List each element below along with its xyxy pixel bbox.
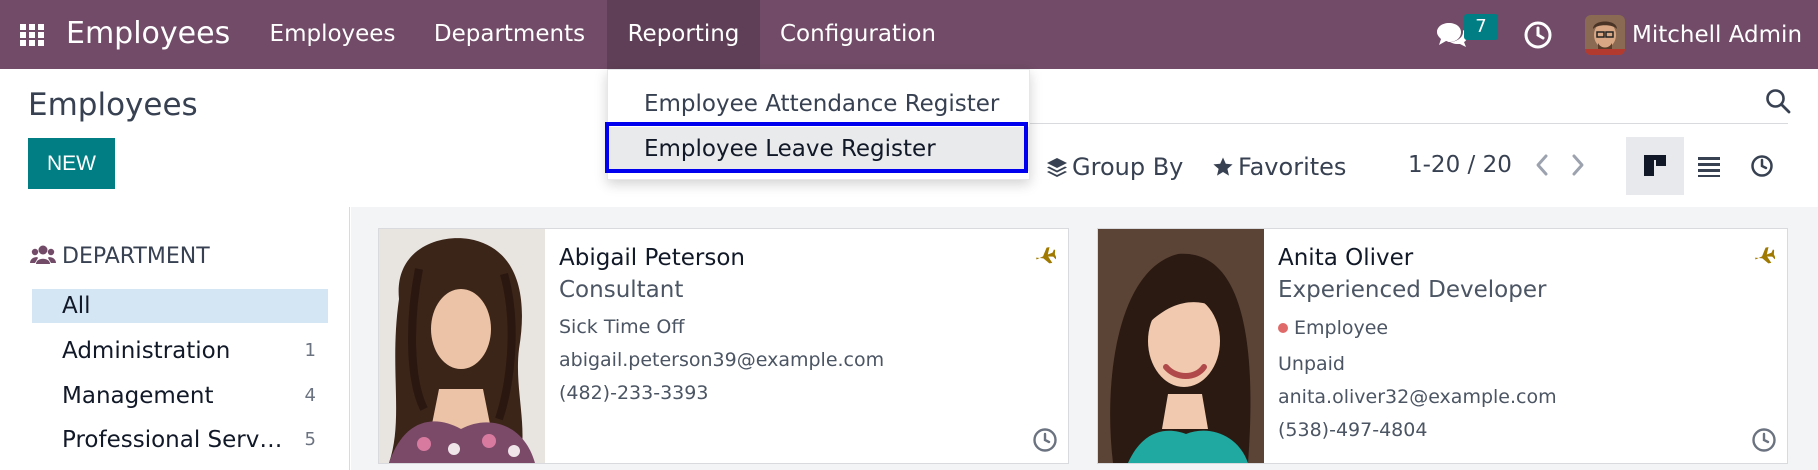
pager-previous-icon[interactable] xyxy=(1532,152,1552,178)
employee-job-title: Consultant xyxy=(559,277,684,303)
employee-time-off-status: Sick Time Off xyxy=(559,316,685,338)
employee-tag-label: Employee xyxy=(1294,317,1389,339)
department-sidebar: DEPARTMENT All Administration 1 Manageme… xyxy=(0,207,350,470)
menu-departments[interactable]: Departments xyxy=(413,0,606,69)
search-icon[interactable] xyxy=(1765,88,1791,114)
sidebar-item-label: All xyxy=(62,293,91,319)
employee-photo xyxy=(1098,229,1264,463)
activity-view-button[interactable] xyxy=(1733,137,1791,195)
employee-email: abigail.peterson39@example.com xyxy=(559,349,885,371)
group-by-label: Group By xyxy=(1072,153,1184,181)
sidebar-item-professional-services[interactable]: Professional Services 5 xyxy=(32,423,328,457)
kanban-view-button[interactable] xyxy=(1626,137,1684,195)
employee-job-title: Experienced Developer xyxy=(1278,277,1547,303)
layers-icon xyxy=(1047,158,1067,177)
search-input[interactable] xyxy=(1030,123,1788,124)
sidebar-item-count: 4 xyxy=(304,385,316,406)
app-brand[interactable]: Employees xyxy=(66,15,230,53)
focus-highlight-box xyxy=(605,122,1028,173)
users-icon xyxy=(30,245,56,264)
activity-clock-icon[interactable] xyxy=(1751,427,1777,453)
menu-configuration[interactable]: Configuration xyxy=(760,0,956,69)
employee-card[interactable]: Anita Oliver Experienced Developer Emplo… xyxy=(1097,228,1788,464)
star-icon xyxy=(1213,157,1233,176)
sidebar-item-management[interactable]: Management 4 xyxy=(32,379,328,413)
favorites-label: Favorites xyxy=(1238,153,1347,181)
activity-view-icon xyxy=(1751,155,1773,177)
employee-tag: Employee xyxy=(1278,315,1388,341)
sidebar-item-count: 5 xyxy=(304,429,316,450)
new-button[interactable]: NEW xyxy=(28,138,115,189)
sidebar-header: DEPARTMENT xyxy=(30,243,210,271)
pager-value[interactable]: 1-20 / 20 xyxy=(1408,150,1512,180)
sidebar-item-all[interactable]: All xyxy=(32,289,328,323)
page-title: Employees xyxy=(28,87,198,123)
plane-icon xyxy=(1755,247,1775,264)
user-avatar[interactable] xyxy=(1585,15,1625,55)
employee-phone: (538)-497-4804 xyxy=(1278,419,1428,441)
employee-photo xyxy=(379,229,545,463)
kanban-view-icon xyxy=(1644,155,1666,176)
employee-card[interactable]: Abigail Peterson Consultant Sick Time Of… xyxy=(378,228,1069,464)
employee-name: Abigail Peterson xyxy=(559,245,745,271)
activity-clock-icon[interactable] xyxy=(1523,20,1553,50)
pager-next-icon[interactable] xyxy=(1568,152,1588,178)
user-name[interactable]: Mitchell Admin xyxy=(1632,20,1802,50)
sidebar-item-label: Professional Services xyxy=(62,427,287,453)
activity-clock-icon[interactable] xyxy=(1032,427,1058,453)
employee-email: anita.oliver32@example.com xyxy=(1278,386,1557,408)
list-view-button[interactable] xyxy=(1680,137,1738,195)
sidebar-item-count: 1 xyxy=(304,340,316,361)
sidebar-item-label: Administration xyxy=(62,338,231,364)
plane-icon xyxy=(1036,247,1056,264)
dropdown-item-attendance-register[interactable]: Employee Attendance Register xyxy=(608,82,1029,126)
list-view-icon xyxy=(1698,157,1720,177)
menu-employees[interactable]: Employees xyxy=(252,0,413,69)
sidebar-item-administration[interactable]: Administration 1 xyxy=(32,334,328,368)
chat-count-badge: 7 xyxy=(1464,14,1498,40)
tag-color-dot xyxy=(1278,323,1288,333)
menu-reporting[interactable]: Reporting xyxy=(607,0,760,69)
group-by-button[interactable]: Group By xyxy=(1046,152,1183,182)
employee-time-off-status: Unpaid xyxy=(1278,353,1345,375)
favorites-button[interactable]: Favorites xyxy=(1212,152,1346,182)
sidebar-item-label: Management xyxy=(62,383,214,409)
top-navbar: Employees Employees Departments Reportin… xyxy=(0,0,1818,69)
employee-phone: (482)-233-3393 xyxy=(559,382,709,404)
sidebar-header-label: DEPARTMENT xyxy=(62,244,210,269)
app-grid-icon[interactable] xyxy=(20,24,46,47)
employee-name: Anita Oliver xyxy=(1278,245,1414,271)
